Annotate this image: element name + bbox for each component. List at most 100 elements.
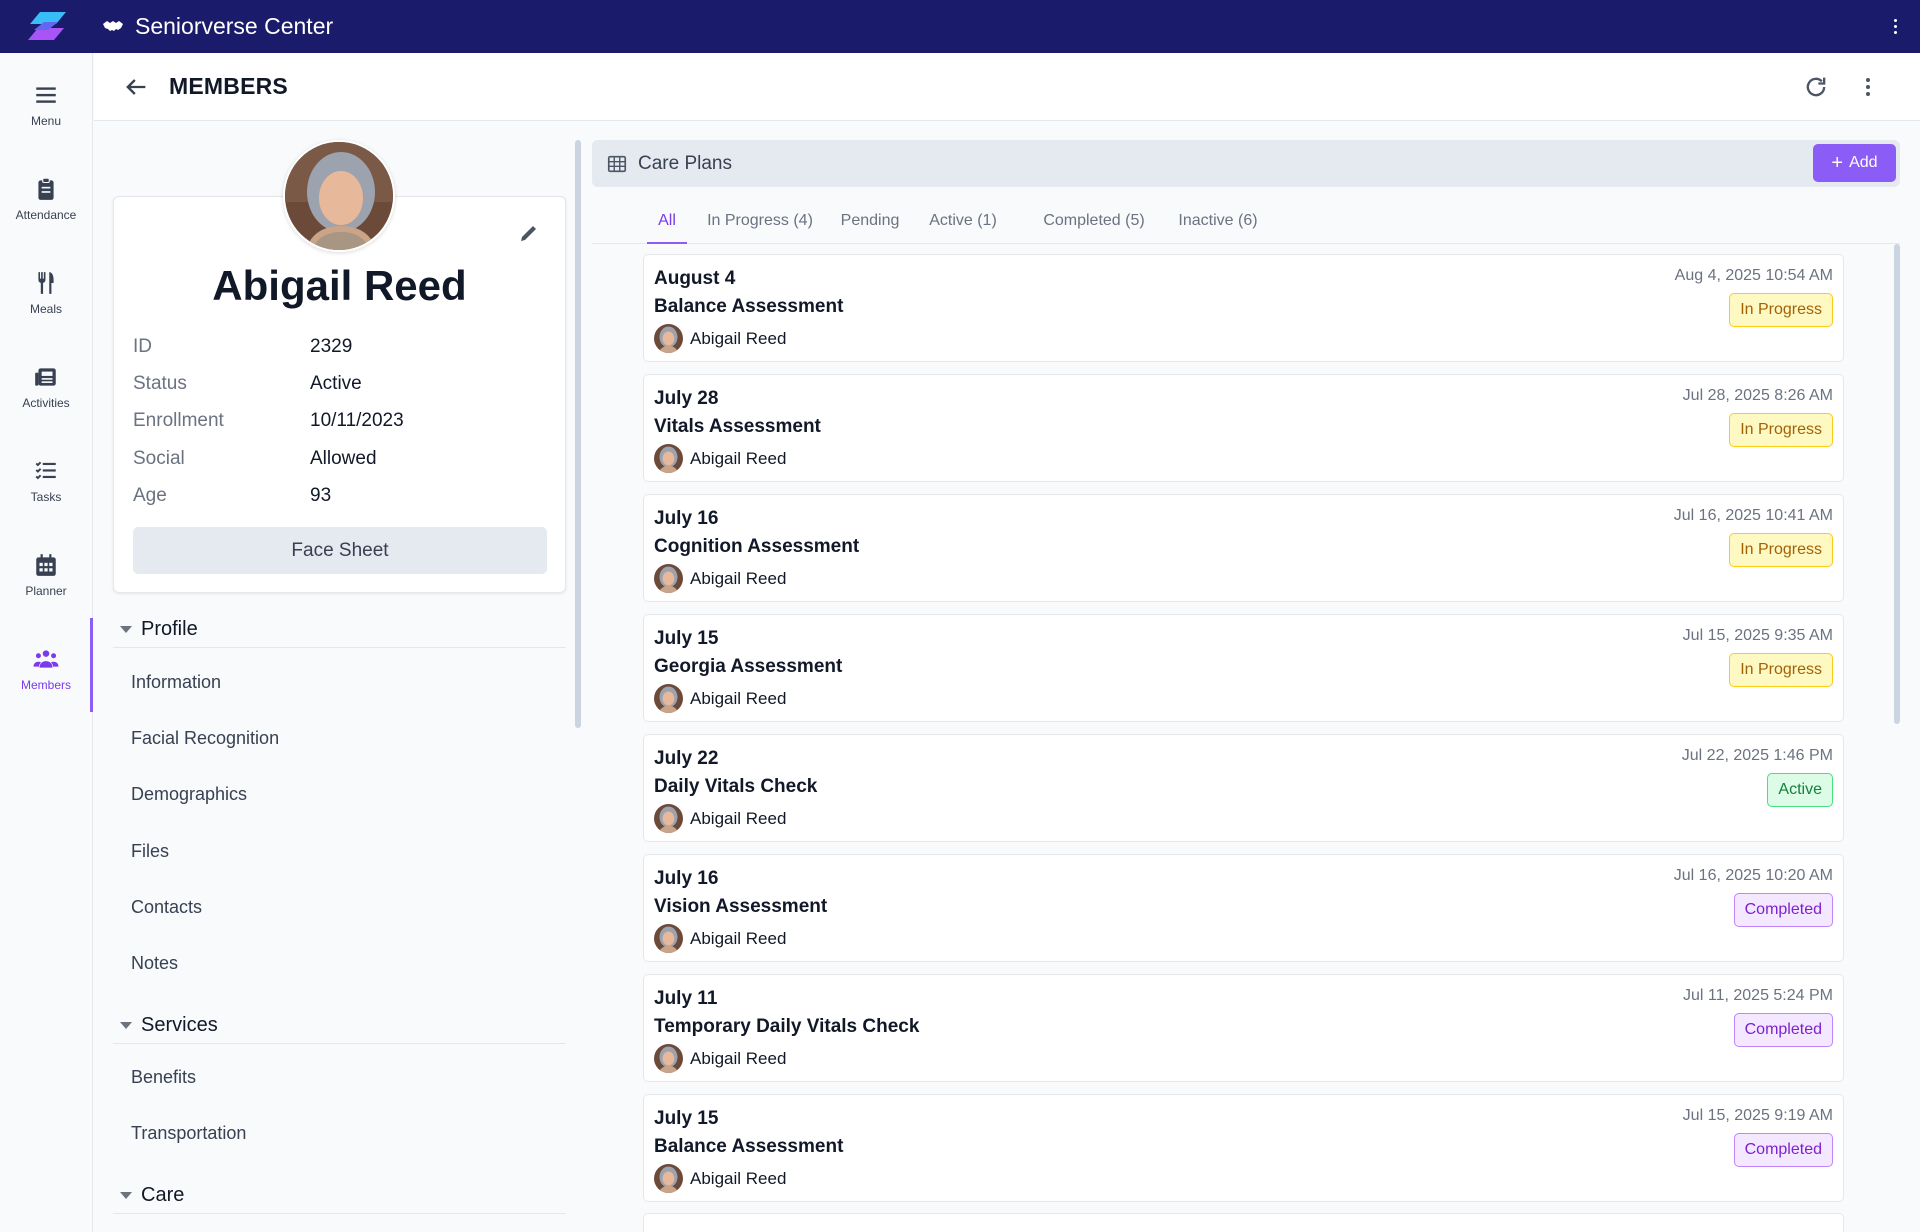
section-care-header[interactable]: Care: [113, 1178, 566, 1214]
care-plan-person: Abigail Reed: [654, 564, 786, 593]
rail-item-tasks[interactable]: Tasks: [0, 441, 92, 521]
care-plan-person: Abigail Reed: [654, 444, 786, 473]
nav-link-information[interactable]: Information: [131, 672, 221, 693]
tab-in-progress[interactable]: In Progress (4): [704, 212, 816, 244]
care-plan-title: Balance Assessment: [654, 296, 844, 317]
status-badge: In Progress: [1729, 413, 1833, 447]
nav-link-files[interactable]: Files: [131, 841, 169, 862]
status-badge: In Progress: [1729, 533, 1833, 567]
person-avatar: [654, 324, 683, 353]
care-plan-card[interactable]: July 28 Vitals Assessment Abigail Reed J…: [643, 374, 1844, 482]
rail-item-activities[interactable]: Activities: [0, 347, 92, 427]
table-grid-icon: [607, 155, 627, 173]
care-plan-title: Balance Assessment: [654, 1136, 844, 1157]
people-icon: [33, 650, 59, 668]
nav-link-facial-recognition[interactable]: Facial Recognition: [131, 728, 279, 749]
nav-link-transportation[interactable]: Transportation: [131, 1123, 246, 1144]
care-plan-person: Abigail Reed: [654, 1164, 786, 1193]
care-plan-person: Abigail Reed: [654, 804, 786, 833]
nav-link-notes[interactable]: Notes: [131, 953, 178, 974]
status-badge: In Progress: [1729, 293, 1833, 327]
info-row-id: ID 2329: [133, 332, 553, 362]
member-photo-icon: [285, 142, 393, 250]
care-plan-card[interactable]: July 11 Temporary Daily Vitals Check Abi…: [643, 974, 1844, 1082]
tab-all[interactable]: All: [647, 212, 687, 244]
rail-item-members[interactable]: Members: [0, 629, 92, 709]
app-logo-icon[interactable]: [26, 10, 68, 42]
person-avatar: [654, 924, 683, 953]
rail-item-planner[interactable]: Planner: [0, 535, 92, 615]
refresh-icon[interactable]: [1802, 73, 1830, 101]
page-more-menu-icon[interactable]: [1854, 73, 1882, 101]
rail-item-meals[interactable]: Meals: [0, 253, 92, 333]
care-plan-card[interactable]: July 15 Balance Assessment Abigail Reed …: [643, 1094, 1844, 1202]
person-name: Abigail Reed: [690, 568, 787, 588]
info-label: Status: [133, 373, 187, 394]
care-plan-person: Abigail Reed: [654, 1044, 786, 1073]
care-plan-timestamp: Aug 4, 2025 10:54 AM: [1674, 267, 1833, 284]
care-plan-card-partial[interactable]: [643, 1213, 1844, 1232]
app-title: Seniorverse Center: [135, 13, 334, 39]
add-button-label: Add: [1849, 154, 1878, 171]
section-profile-header[interactable]: Profile: [113, 612, 566, 648]
care-plan-timestamp: Jul 16, 2025 10:41 AM: [1673, 507, 1833, 524]
app-more-menu-icon[interactable]: [1890, 14, 1900, 38]
care-plan-person: Abigail Reed: [654, 684, 786, 713]
person-name: Abigail Reed: [690, 1048, 787, 1068]
tab-active[interactable]: Active (1): [923, 212, 1003, 244]
person-avatar: [654, 564, 683, 593]
nav-link-demographics[interactable]: Demographics: [131, 784, 247, 805]
rail-label: Members: [20, 678, 71, 692]
care-plan-title: Daily Vitals Check: [654, 776, 818, 797]
info-value: Active: [310, 373, 362, 394]
add-care-plan-button[interactable]: + Add: [1813, 144, 1896, 182]
app-title-group: Seniorverse Center: [101, 0, 333, 53]
care-plan-card[interactable]: July 16 Cognition Assessment Abigail Ree…: [643, 494, 1844, 602]
top-bar: Seniorverse Center: [0, 0, 1920, 53]
person-name: Abigail Reed: [690, 688, 787, 708]
info-value: Allowed: [310, 448, 377, 469]
tab-completed[interactable]: Completed (5): [1036, 212, 1152, 244]
care-plan-timestamp: Jul 28, 2025 8:26 AM: [1682, 387, 1833, 404]
care-plan-timestamp: Jul 11, 2025 5:24 PM: [1682, 987, 1833, 1004]
left-panel-scrollbar[interactable]: [575, 140, 581, 728]
tab-inactive[interactable]: Inactive (6): [1172, 212, 1264, 244]
rail-item-menu[interactable]: Menu: [0, 65, 92, 145]
rail-label: Menu: [30, 114, 62, 128]
nav-link-contacts[interactable]: Contacts: [131, 897, 202, 918]
face-sheet-button[interactable]: Face Sheet: [133, 527, 547, 574]
status-badge: Completed: [1733, 1133, 1833, 1167]
member-name: Abigail Reed: [212, 262, 467, 309]
care-plan-card[interactable]: July 16 Vision Assessment Abigail Reed J…: [643, 854, 1844, 962]
care-plan-date: August 4: [654, 268, 736, 289]
checklist-icon: [35, 461, 56, 480]
care-plan-card[interactable]: August 4 Balance Assessment Abigail Reed…: [643, 254, 1844, 362]
left-rail: Menu Attendance Meals Activities Tasks P…: [0, 53, 93, 1232]
info-value: 2329: [310, 336, 353, 357]
care-plans-scrollbar[interactable]: [1894, 244, 1900, 724]
rail-item-attendance[interactable]: Attendance: [0, 159, 92, 239]
caret-down-icon: [120, 1022, 132, 1029]
caret-down-icon: [120, 626, 132, 633]
section-title: Services: [141, 1014, 218, 1036]
care-plan-card[interactable]: July 15 Georgia Assessment Abigail Reed …: [643, 614, 1844, 722]
section-services-header[interactable]: Services: [113, 1008, 566, 1044]
care-plan-card[interactable]: July 22 Daily Vitals Check Abigail Reed …: [643, 734, 1844, 842]
info-label: Age: [133, 485, 167, 506]
care-plan-timestamp: Jul 22, 2025 1:46 PM: [1681, 747, 1833, 764]
care-plan-title: Georgia Assessment: [654, 656, 843, 677]
care-plan-title: Vision Assessment: [654, 896, 828, 917]
care-plan-date: July 15: [654, 1108, 719, 1129]
plus-icon: +: [1831, 152, 1844, 174]
nav-link-benefits[interactable]: Benefits: [131, 1067, 196, 1088]
info-row-age: Age 93: [133, 481, 553, 511]
info-row-enrollment: Enrollment 10/11/2023: [133, 406, 553, 436]
back-arrow-icon[interactable]: [122, 73, 150, 101]
newspaper-icon: [35, 368, 56, 386]
info-label: ID: [133, 336, 152, 357]
person-avatar: [654, 804, 683, 833]
care-plan-person: Abigail Reed: [654, 324, 786, 353]
tab-pending[interactable]: Pending: [835, 212, 905, 244]
rail-label: Meals: [29, 302, 62, 316]
edit-pencil-icon[interactable]: [517, 221, 541, 245]
